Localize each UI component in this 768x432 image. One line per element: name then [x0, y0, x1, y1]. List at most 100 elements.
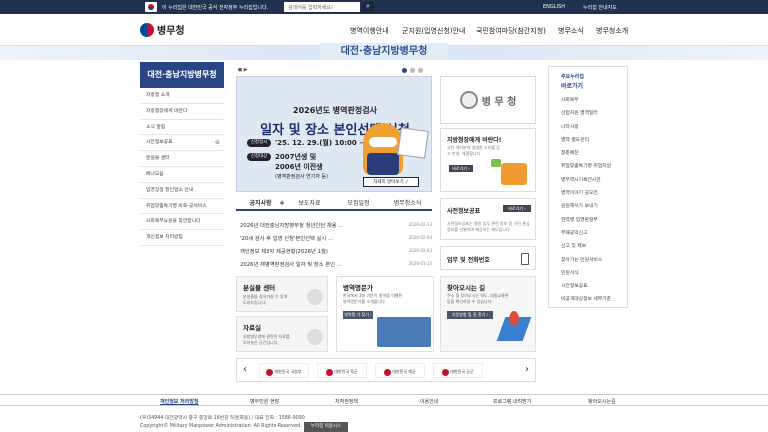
footer-link[interactable]: 찾아오시는길 [588, 398, 616, 405]
quick-link[interactable]: 사회복무 [549, 94, 627, 107]
left-nav-item[interactable]: 취업맞춤특기병 바로-공서비스 [140, 199, 224, 215]
list-item[interactable]: 2026년 대전충남지방병무청 청년인턴 채용 ... 2026-02-13 [236, 218, 432, 231]
slider-pill-target: 신청대상 [247, 153, 271, 161]
chevron-right-icon[interactable]: › [525, 364, 529, 375]
news-tabs: 공지사항 + 보도자료 모집일정 병무청소식 [236, 198, 432, 211]
quick-link[interactable]: 청춘예찬 [549, 147, 627, 160]
slider-dot[interactable] [402, 68, 407, 73]
slider-pause-play-button[interactable]: ◼ ▶ [238, 67, 248, 73]
search-icon[interactable]: ⌕ [362, 2, 374, 12]
list-item[interactable]: 개인정보 제3자 제공현황(2026년 1월) 2026-02-03 [236, 244, 432, 257]
quick-link[interactable]: 현역병 입영판정부 [549, 214, 627, 227]
gov-search-input[interactable]: 검색어를 입력하세요! [284, 2, 360, 12]
quick-link[interactable]: 산업지원 병역일터 [549, 107, 627, 120]
org-label: 대한민국 공군 [450, 369, 474, 374]
gnb-item-4[interactable]: 병무소식 [558, 26, 584, 36]
work-box[interactable]: 업무 및 전화번호 [440, 246, 536, 270]
data-room-desc2: 모아놓은 공간입니다. [243, 340, 279, 345]
list-item[interactable]: '20세 검사 후 입영 신청'본인선택 실시 ... 2026-02-04 [236, 231, 432, 244]
list-item[interactable]: 2026년 재병역판정검사 일자 및 장소 본인 ... 2026-01-22 [236, 257, 432, 270]
tab-press[interactable]: 보도자료 [285, 198, 334, 209]
family-photo [377, 317, 431, 347]
wish-button[interactable]: 바로가기 › [449, 165, 473, 172]
tab-recruit[interactable]: 모집일정 [334, 198, 383, 209]
org-label: 대한민국 육군 [334, 369, 358, 374]
fame-button[interactable]: 병역명 가 찾기 › [343, 311, 373, 319]
lost-desc2: 도와드립니다. [243, 300, 267, 305]
footer-link[interactable]: 저작권정책 [335, 398, 358, 405]
data-room-box[interactable]: 자료실 지방병무청에 관련된 자료를 모아놓은 공간입니다. [236, 316, 328, 352]
english-link[interactable]: ENGLISH [543, 4, 565, 10]
left-nav-item[interactable]: 입영장정 할인업소 안내 [140, 183, 224, 199]
slider-dot[interactable] [410, 68, 415, 73]
quick-link[interactable]: 사전정보공표 [549, 280, 627, 293]
calendar-icon [397, 127, 429, 159]
lost-found-box[interactable]: 분실물 센터 분실물을 찾아가실 수 있게 도와드립니다. [236, 276, 328, 312]
location-box[interactable]: 찾아오시는 길 주소 및 찾아오시는 약도, 대중교통편 등을 확인하실 수 있… [440, 276, 536, 352]
left-nav-item[interactable]: 사회복무요원을 찾깐합니다 [140, 214, 224, 231]
org-link[interactable]: 대한민국 국방부 [259, 363, 309, 378]
gnb-item-5[interactable]: 병무청소개 [596, 26, 628, 36]
chat-icon [491, 159, 501, 167]
wish-box[interactable]: 지방청장에게 바란다! 국민 여러분의 생생한 소리를 듣고 반영, 해결합니다… [440, 128, 536, 192]
logo-text: 병무청 [157, 26, 185, 37]
main-slider[interactable]: 2026년도 병역판정검사 일자 및 장소 본인선택 신청 신청일시 '25. … [236, 76, 432, 192]
quick-link[interactable]: 취업맞춤특기병 취업지원 [549, 160, 627, 173]
org-link[interactable]: 대한민국 해군 [375, 363, 425, 378]
emblem-icon [140, 22, 154, 37]
org-link[interactable]: 대한민국 공군 [433, 363, 483, 378]
notice-date: 2026-02-04 [408, 235, 432, 240]
slider-dot[interactable] [418, 68, 423, 73]
left-nav-item[interactable]: 지방청 소개 [140, 88, 224, 104]
quick-link[interactable]: 부패공익신고 [549, 227, 627, 240]
emblem-icon [266, 368, 274, 376]
slider-detail-button[interactable]: 자세히 알아보기 ✓ [363, 177, 419, 187]
left-nav-item[interactable]: 분실물 센터 [140, 151, 224, 167]
quick-heading2: 바로가기 [561, 83, 584, 90]
chevron-left-icon[interactable]: ‹ [243, 364, 247, 375]
left-nav-item[interactable]: 사전정보공표 ⊕ [140, 135, 224, 152]
sitemap-link[interactable]: 누리집 안내지도 [583, 4, 617, 11]
quick-link[interactable]: 병역이야기 공모전 [549, 187, 627, 200]
gnb-item-3[interactable]: 국민참여마당(참간지청) [476, 26, 546, 36]
disclosure-button[interactable]: 바로가기 › [503, 205, 531, 212]
quick-link[interactable]: 병역 별도관리 [549, 134, 627, 147]
slider-dots[interactable] [402, 68, 423, 73]
org-link[interactable]: 대한민국 육군 [317, 363, 367, 378]
disclosure-box[interactable]: 사전정보공표 바로가기 › 사전정보공표는 행정 업무 관련 정보 중 국민 관… [440, 198, 536, 240]
phone-icon [521, 253, 529, 265]
quick-link[interactable]: 나라사랑 [549, 121, 627, 134]
footer-privacy-link[interactable]: 개인정보 처리방침 [160, 398, 199, 405]
quick-link[interactable]: 비공개대상정보 세부기준 [549, 293, 627, 306]
quick-link[interactable]: 민원서식 [549, 267, 627, 280]
gov-bar: 이 누리집은 대한민국 공식 전자정부 누리집입니다. 검색어를 입력하세요! … [0, 0, 768, 14]
notice-title: 2026년 재병역판정검사 일자 및 장소 본인 ... [240, 262, 342, 268]
left-nav: 대전·충남지방병무청 지방청 소개 지방청장에게 바란다 소식 알림 사전정보공… [140, 62, 224, 246]
system-button[interactable]: 누리집 이용시스 [304, 422, 348, 432]
footer-link[interactable]: 이용안내 [420, 398, 438, 405]
quick-link[interactable]: 신고 및 제보 [549, 240, 627, 253]
left-nav-item[interactable]: 지방청장에게 바란다 [140, 104, 224, 120]
header: 병무청 병역이행안내 군지원(입영신청)안내 국민참여마당(참간지청) 병무소식… [0, 14, 768, 46]
left-nav-item[interactable]: 배너모음 [140, 167, 224, 183]
disclosure-desc: 사전정보공표는 행정 업무 관련 정보 중 국민 관심정보를 선별하여 제공하는… [447, 221, 530, 232]
banner-title: 대전·충남지방병무청 [320, 43, 448, 60]
quick-link[interactable]: 찾아가는 민원서비스 [549, 254, 627, 267]
emblem-icon [384, 368, 392, 376]
fame-box[interactable]: 병역명문가 한국에서 3대 가문이 병역을 이행한 병역명문가를 소개합니다. … [336, 276, 434, 352]
footer-link[interactable]: 프로그램 내려받기 [493, 398, 531, 405]
gnb-item-1[interactable]: 병역이행안내 [350, 26, 389, 36]
slider-target1: 2007년생 및 [275, 153, 317, 161]
tab-mma-news[interactable]: 병무청소식 [383, 198, 432, 209]
tab-notice[interactable]: 공지사항 + [236, 198, 285, 209]
logo[interactable]: 병무청 [140, 22, 185, 37]
footer-link[interactable]: 병무민원 현장 [250, 398, 279, 405]
footer-copyright: Copyright© Military Manpower Administrat… [140, 424, 302, 429]
location-button[interactable]: 자동방향 밒 길 찾기 › [447, 311, 493, 319]
quick-link[interactable]: 병무역사기록전시관 [549, 174, 627, 187]
gnb-item-2[interactable]: 군지원(입영신청)안내 [402, 26, 465, 36]
quick-link[interactable]: 원원해서가 보내기 [549, 200, 627, 213]
left-nav-item[interactable]: 개인정보 처리방침 [140, 230, 224, 246]
left-nav-item[interactable]: 소식 알림 [140, 120, 224, 136]
org-label: 대한민국 국방부 [274, 369, 302, 374]
